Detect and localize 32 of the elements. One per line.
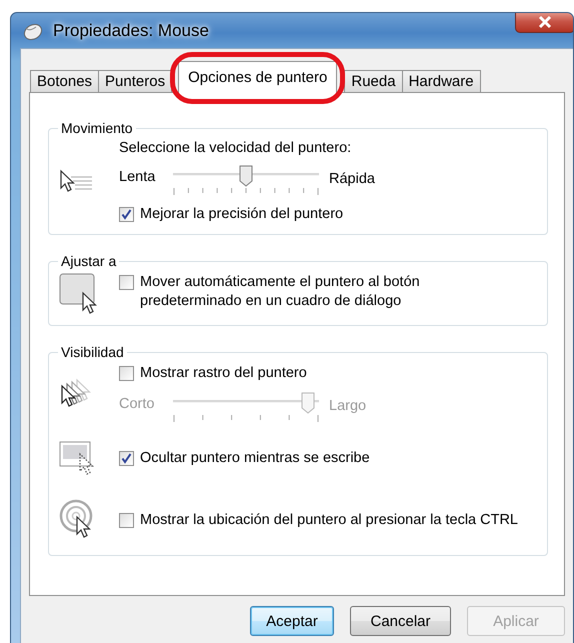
dialog-button[interactable]: Cancelar xyxy=(350,606,451,636)
group-title: Ajustar a xyxy=(60,253,118,269)
group-title: Movimiento xyxy=(60,120,134,136)
close-button[interactable] xyxy=(515,13,573,33)
checkbox[interactable] xyxy=(119,366,134,381)
dialog-button: Aplicar xyxy=(467,606,565,636)
checkbox-label: Mostrar la ubicación del puntero al presionar la tecla CTRL xyxy=(140,510,518,530)
hidden-pointer-icon xyxy=(59,441,95,475)
tab[interactable]: Opciones de puntero xyxy=(178,61,338,93)
tab[interactable]: Rueda xyxy=(344,70,403,92)
tab[interactable]: Hardware xyxy=(402,70,481,92)
slider-prompt: Seleccione la velocidad del puntero: xyxy=(119,140,352,156)
checkbox[interactable] xyxy=(119,450,134,466)
slider-max-label: Largo xyxy=(329,397,366,414)
slider-min-label: Corto xyxy=(119,395,156,412)
pointer-speed-icon xyxy=(59,169,93,195)
dialog-button[interactable]: Aceptar xyxy=(250,606,334,636)
checkbox-label: Mover automáticamente el puntero al botón predeterminado en un cuadro de diálogo xyxy=(140,273,420,311)
group-title: Visibilidad xyxy=(60,344,125,360)
tab[interactable]: Punteros xyxy=(98,70,172,92)
checkbox[interactable] xyxy=(119,207,134,222)
checkbox-label: Mostrar rastro del puntero xyxy=(140,364,307,383)
slider-max-label: Rápida xyxy=(329,170,375,187)
slider-thumb[interactable] xyxy=(239,165,253,187)
slider-min-label: Lenta xyxy=(119,168,156,185)
checkbox[interactable] xyxy=(119,512,134,528)
checkbox-label: Mejorar la precisión del puntero xyxy=(140,205,344,224)
checkbox[interactable] xyxy=(119,275,134,290)
window-title: Propiedades: Mouse xyxy=(53,20,209,40)
checkbox-label: Ocultar puntero mientras se escribe xyxy=(140,448,370,468)
close-icon xyxy=(537,14,553,28)
tab[interactable]: Botones xyxy=(30,70,100,92)
